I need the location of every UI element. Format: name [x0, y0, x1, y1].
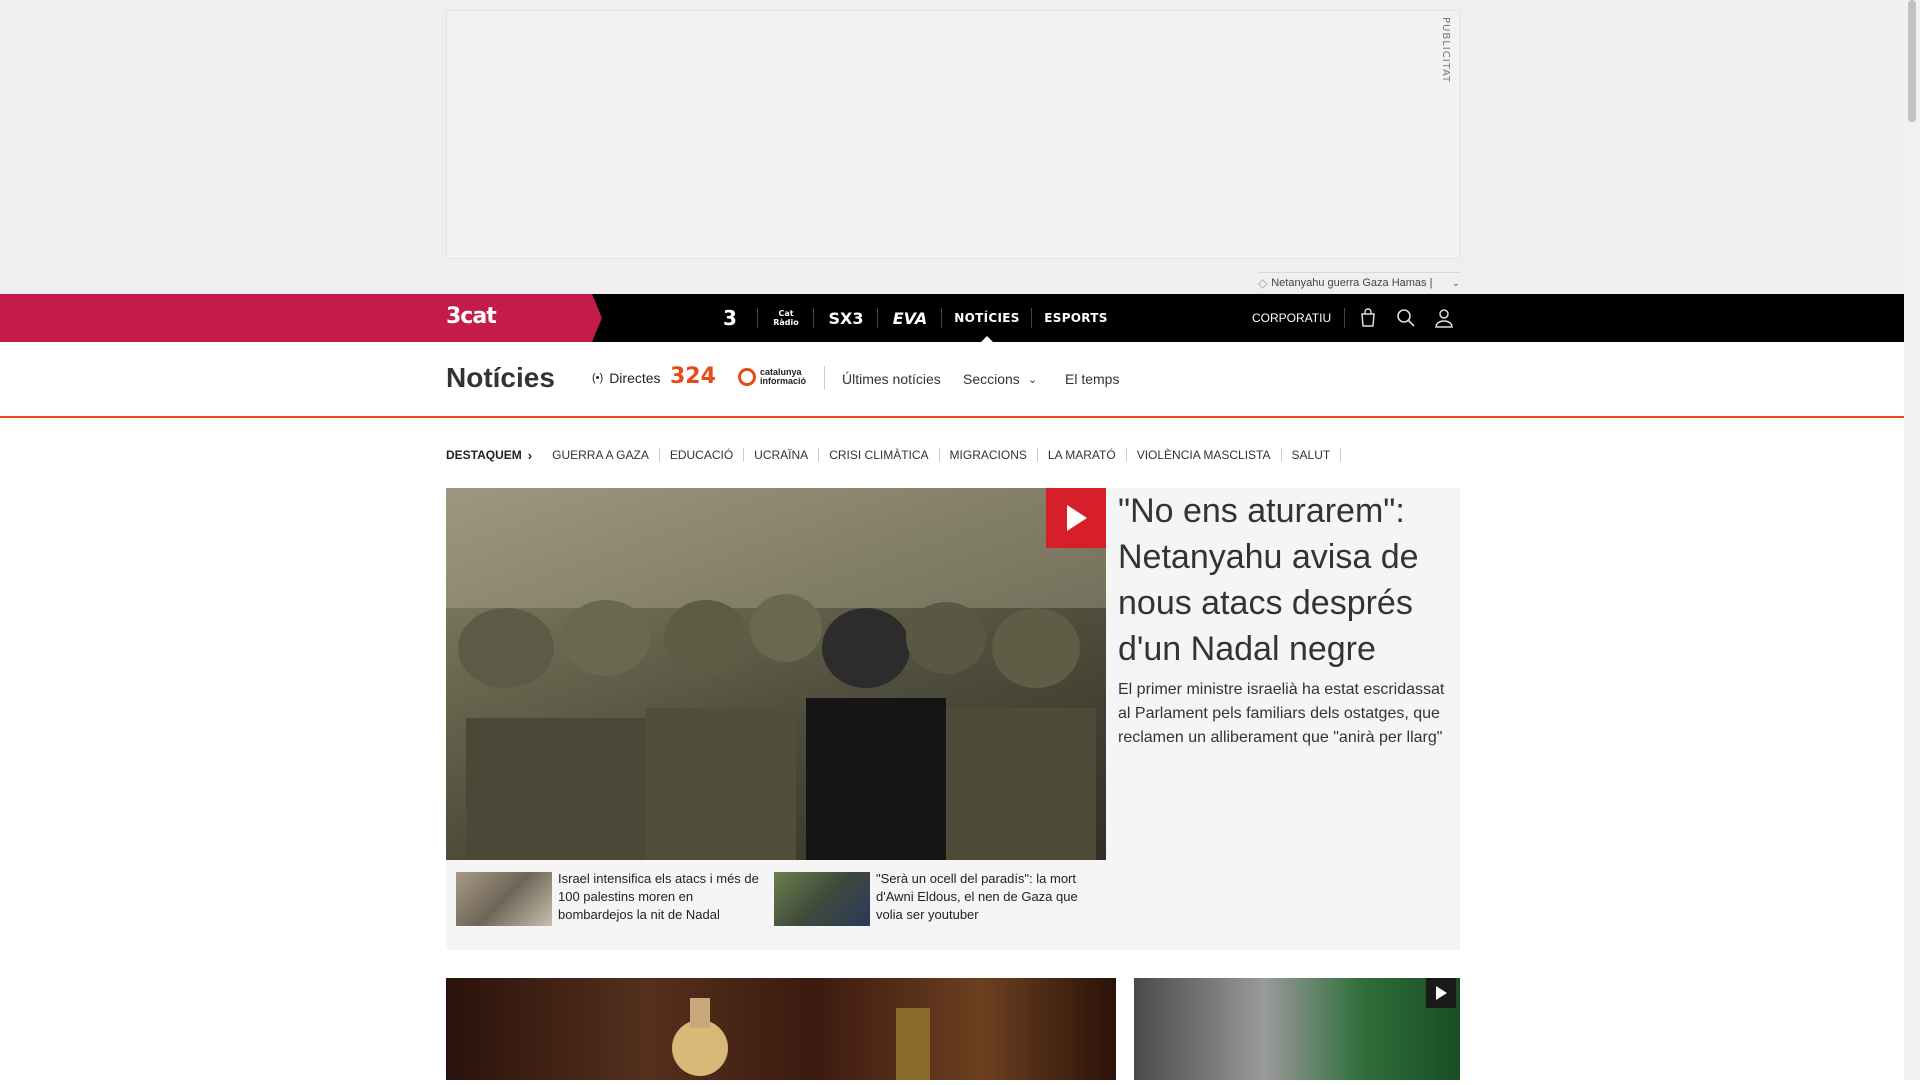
soldiers-photo [446, 488, 1106, 860]
advertisement-slot[interactable]: PUBLICITAT [446, 10, 1460, 259]
play-video-button[interactable] [1426, 978, 1456, 1008]
scrollbar-thumb[interactable] [1908, 0, 1916, 122]
featured-image[interactable] [446, 488, 1106, 860]
tag-la-marato[interactable]: LA MARATÓ [1038, 448, 1127, 462]
destaquem-bar: DESTAQUEM › GUERRA A GAZA EDUCACIÓ UCRAÏ… [446, 446, 1342, 464]
related-article[interactable]: Israel intensifica els atacs i més de 10… [456, 870, 766, 930]
ad-label: PUBLICITAT [1440, 17, 1451, 84]
logo-324-mark: 324 [670, 364, 716, 389]
nav-noticies-label: NOTÍCIES [954, 311, 1020, 325]
user-icon[interactable] [1432, 306, 1456, 330]
nav-esports[interactable]: ESPORTS [1032, 294, 1120, 342]
destaquem-label: DESTAQUEM [446, 448, 522, 462]
page-title[interactable]: Notícies [446, 362, 555, 394]
ci-mark-icon [738, 368, 756, 386]
play-icon [1067, 505, 1087, 531]
tag-search-bar[interactable]: ◇ Netanyahu guerra Gaza Hamas | ⌄ [1258, 272, 1460, 293]
search-icon[interactable] [1394, 306, 1418, 330]
chevron-right-icon: › [527, 447, 533, 463]
channel-tv3-label: 3 [723, 306, 737, 330]
tag-educacio[interactable]: EDUCACIÓ [660, 448, 745, 462]
channel-sx3-label: SX3 [828, 308, 864, 328]
logo-catalunya-informacio[interactable]: catalunya informació [738, 368, 806, 386]
related-thumbnail[interactable] [774, 872, 870, 926]
featured-lede: El primer ministre israelià ha estat esc… [1118, 681, 1445, 746]
nav-seccions[interactable]: Seccions ⌄ [963, 371, 1037, 387]
top-navigation-bar: 3cat 3 Cat Ràdio SX3 EVA NOTÍCIES ESPORT… [0, 294, 1904, 342]
channel-tv3[interactable]: 3 [702, 294, 758, 342]
channel-eva-label: EVA [892, 308, 928, 328]
channel-catradio[interactable]: Cat Ràdio [758, 294, 814, 342]
channel-eva[interactable]: EVA [878, 294, 942, 342]
ci-line2: informació [760, 376, 807, 386]
section-bar: Notícies (•) Directes 324 catalunya info… [0, 342, 1904, 418]
chevron-down-icon[interactable]: ⌄ [1452, 278, 1460, 289]
page-scrollbar[interactable] [1904, 0, 1920, 1080]
ad-area: PUBLICITAT ◇ Netanyahu guerra Gaza Hamas… [0, 0, 1904, 294]
related-thumbnail[interactable] [456, 872, 552, 926]
nav-seccions-label: Seccions [963, 371, 1020, 387]
directes-label: Directes [609, 370, 661, 386]
featured-article: "No ens aturarem": Netanyahu avisa de no… [446, 488, 1460, 950]
related-article[interactable]: "Serà un ocell del paradís": la mort d'A… [774, 870, 1084, 930]
tag-guerra-a-gaza[interactable]: GUERRA A GAZA [542, 448, 660, 462]
tag-salut[interactable]: SALUT [1282, 448, 1342, 462]
corporatiu-link[interactable]: CORPORATIU [1252, 294, 1331, 342]
tag-migracions[interactable]: MIGRACIONS [940, 448, 1038, 462]
nav-ultimes-noticies[interactable]: Últimes notícies [842, 371, 941, 387]
related-title[interactable]: "Serà un ocell del paradís": la mort d'A… [876, 870, 1086, 924]
live-icon: (•) [592, 372, 604, 384]
brand-block [0, 294, 602, 342]
featured-headline[interactable]: "No ens aturarem": Netanyahu avisa de no… [1118, 488, 1448, 672]
tag-ucraina[interactable]: UCRAÏNA [744, 448, 820, 462]
tag-icon: ◇ [1258, 276, 1268, 290]
tagline-text: Netanyahu guerra Gaza Hamas | [1271, 277, 1433, 289]
article-card-image[interactable] [1134, 978, 1460, 1080]
tag-violencia-masclista[interactable]: VIOLÈNCIA MASCLISTA [1127, 448, 1282, 462]
related-title[interactable]: Israel intensifica els atacs i més de 10… [558, 870, 768, 924]
logo-324[interactable]: 324 [670, 364, 716, 389]
directes-link[interactable]: (•) Directes [592, 370, 661, 386]
channel-sx3[interactable]: SX3 [814, 294, 878, 342]
play-icon [1436, 986, 1447, 1000]
nav-esports-label: ESPORTS [1044, 311, 1108, 325]
lightbulb-photo [672, 998, 930, 1080]
3cat-logo[interactable]: 3cat [446, 304, 497, 329]
tag-crisi-climatica[interactable]: CRISI CLIMÀTICA [819, 448, 940, 462]
article-card-image[interactable] [446, 978, 1116, 1080]
play-video-button[interactable] [1046, 488, 1106, 548]
chevron-down-icon: ⌄ [1027, 373, 1038, 386]
shopping-bag-icon[interactable] [1356, 306, 1380, 330]
nav-el-temps[interactable]: El temps [1065, 371, 1119, 387]
channel-catradio-label: Cat Ràdio [773, 309, 799, 327]
nav-noticies[interactable]: NOTÍCIES [942, 294, 1032, 342]
